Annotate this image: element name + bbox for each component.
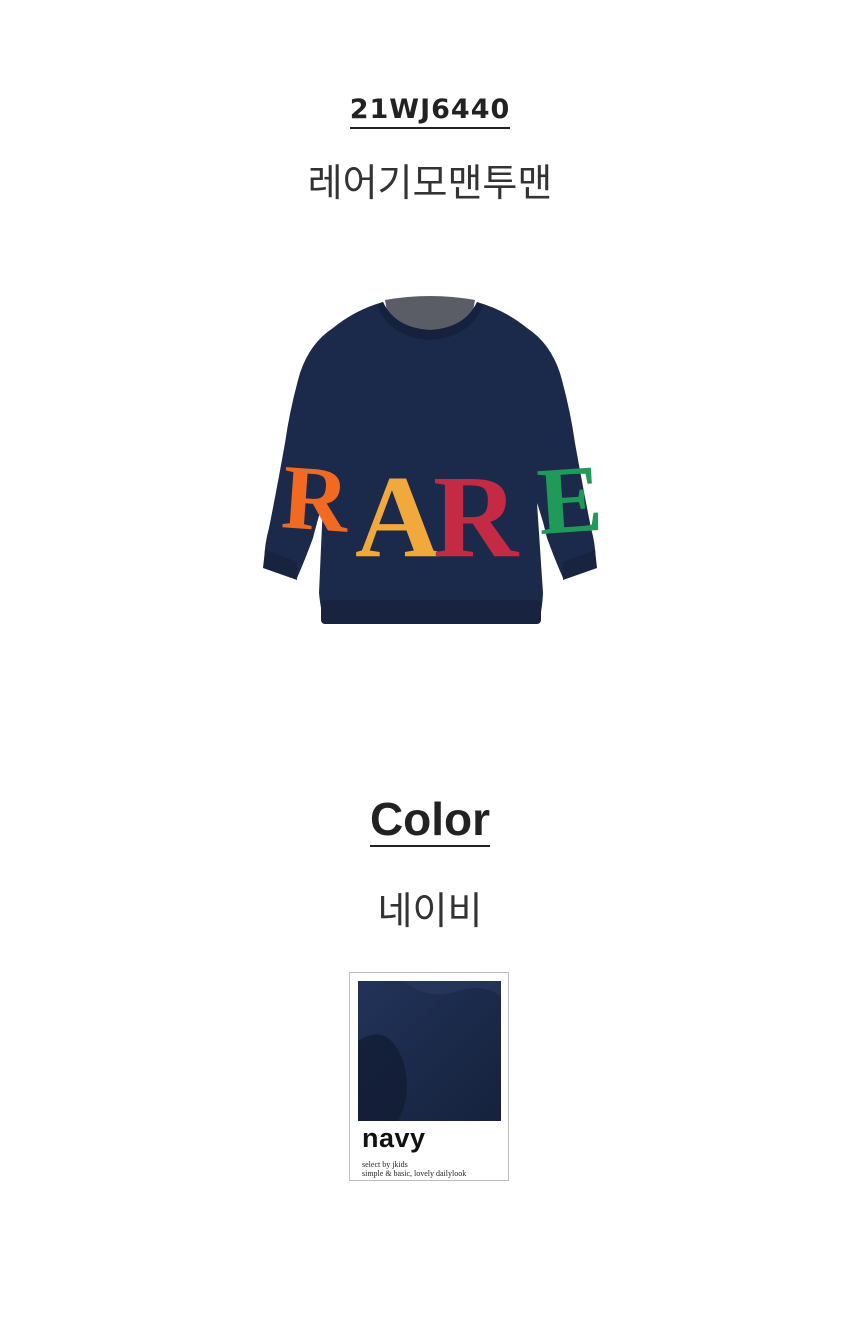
product-name: 레어기모맨투맨 (307, 161, 553, 205)
color-heading: Color (0, 792, 860, 847)
color-name: 네이비 (377, 889, 483, 933)
print-letter-r: R (433, 451, 520, 582)
swatch-tagline-1: select by jkids (362, 1160, 408, 1169)
swatch-label: navy (362, 1123, 426, 1153)
product-code: 21WJ6440 (0, 94, 860, 129)
print-letter-e-right: E (534, 444, 605, 555)
swatch-tagline-2: simple & basic, lovely dailylook (362, 1169, 467, 1178)
hem-rib (321, 600, 541, 624)
print-letter-a: A (355, 451, 440, 582)
print-letter-r-left: R (279, 445, 354, 551)
color-heading-text: Color (369, 793, 491, 847)
fabric-swatch-image (358, 981, 501, 1121)
color-swatch-card: navy select by jkids simple & basic, lov… (349, 972, 509, 1181)
product-image: R A R E (263, 296, 605, 624)
product-code-text: 21WJ6440 (349, 94, 511, 129)
